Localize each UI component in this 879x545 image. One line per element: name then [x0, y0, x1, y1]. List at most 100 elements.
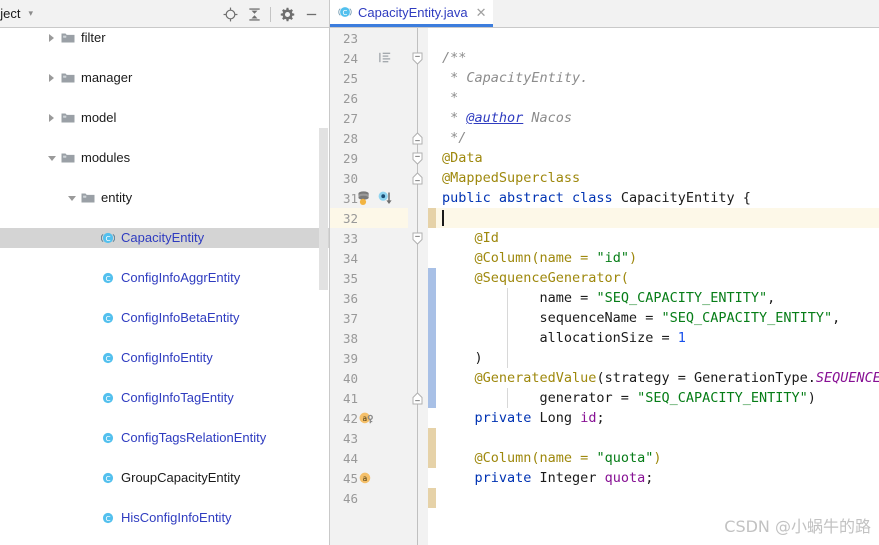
tree-item-hisconfiginfoentity[interactable]: C HisConfigInfoEntity	[0, 508, 329, 528]
tree-item-filter[interactable]: filter	[0, 28, 329, 48]
chevron-right-icon[interactable]	[46, 73, 57, 84]
gutter-line[interactable]: 33	[330, 228, 408, 248]
tree-item-capacityentity[interactable]: C CapacityEntity	[0, 228, 329, 248]
override-method-icon[interactable]	[377, 190, 393, 210]
gutter-line[interactable]: 34	[330, 248, 408, 268]
code-token-plain: ;	[596, 410, 605, 426]
chevron-down-icon[interactable]	[66, 193, 77, 204]
gutter-line[interactable]: 27	[330, 108, 408, 128]
gutter-line[interactable]: 37	[330, 308, 408, 328]
fold-marker-end[interactable]	[411, 128, 424, 148]
gutter-line[interactable]: 25	[330, 68, 408, 88]
locate-icon[interactable]	[218, 2, 242, 26]
code-line[interactable]: sequenceName = "SEQ_CAPACITY_ENTITY",	[436, 308, 879, 328]
gutter-line[interactable]: 39	[330, 348, 408, 368]
fold-marker-expanded[interactable]	[411, 148, 424, 168]
code-line[interactable]: *	[436, 88, 879, 108]
minimize-icon[interactable]	[299, 2, 323, 26]
project-tree[interactable]: filter manager model modules entity C Capacity…	[0, 28, 329, 545]
chevron-right-icon[interactable]	[46, 113, 57, 124]
gutter-line[interactable]: 43	[330, 428, 408, 448]
chevron-right-icon[interactable]	[46, 33, 57, 44]
tree-item-configtagsrelationentity[interactable]: C ConfigTagsRelationEntity	[0, 428, 329, 448]
code-line[interactable]: private Long id;	[436, 408, 879, 428]
chevron-down-icon[interactable]	[46, 153, 57, 164]
tree-item-entity[interactable]: entity	[0, 188, 329, 208]
code-line[interactable]: allocationSize = 1	[436, 328, 879, 348]
gutter-line[interactable]: 35	[330, 268, 408, 288]
gutter-line[interactable]: 36	[330, 288, 408, 308]
gutter-line[interactable]: 40	[330, 368, 408, 388]
fold-marker-expanded[interactable]	[411, 48, 424, 68]
code-line[interactable]: /**	[436, 48, 879, 68]
code-line[interactable]: */	[436, 128, 879, 148]
gutter-line[interactable]: 32	[330, 208, 408, 228]
gutter-line[interactable]: 28	[330, 128, 408, 148]
tree-item-modules[interactable]: modules	[0, 148, 329, 168]
fold-marker-end[interactable]	[411, 388, 424, 408]
code-line[interactable]: )	[436, 348, 879, 368]
code-line[interactable]: * @author Nacos	[436, 108, 879, 128]
tree-item-configinfoaggrentity[interactable]: C ConfigInfoAggrEntity	[0, 268, 329, 288]
tree-item-configinfobetaentity[interactable]: C ConfigInfoBetaEntity	[0, 308, 329, 328]
editor-tab-capacityentity[interactable]: C CapacityEntity.java ✕	[330, 0, 493, 27]
code-line[interactable]: @Id	[436, 228, 879, 248]
code-token-stat: SEQUENCE	[815, 370, 879, 386]
code-line[interactable]: @Data	[436, 148, 879, 168]
chevron-down-icon[interactable]: ▾	[28, 9, 33, 18]
gutter-line[interactable]: 30	[330, 168, 408, 188]
tree-item-model[interactable]: model	[0, 108, 329, 128]
close-icon[interactable]: ✕	[476, 6, 487, 19]
gutter-line[interactable]: 44	[330, 448, 408, 468]
code-line[interactable]: public abstract class CapacityEntity {	[436, 188, 879, 208]
code-line[interactable]: @MappedSuperclass	[436, 168, 879, 188]
code-folding-strip[interactable]	[408, 28, 428, 545]
tree-item-manager[interactable]: manager	[0, 68, 329, 88]
column-key-icon[interactable]: a	[358, 410, 375, 431]
code-token-ann: @MappedSuperclass	[442, 170, 581, 186]
gutter-line[interactable]: 23	[330, 28, 408, 48]
gutter-line[interactable]: 41	[330, 388, 408, 408]
change-marker	[428, 208, 436, 228]
collapse-all-icon[interactable]	[242, 2, 266, 26]
gutter-line[interactable]: 29	[330, 148, 408, 168]
code-line[interactable]: @Column(name = "quota")	[436, 448, 879, 468]
code-line[interactable]: @Column(name = "id")	[436, 248, 879, 268]
gutter-line[interactable]: 24	[330, 48, 408, 68]
code-line[interactable]: private Integer quota;	[436, 468, 879, 488]
reformat-indent-icon[interactable]	[378, 50, 393, 69]
database-table-icon[interactable]	[356, 190, 373, 211]
fold-marker-expanded[interactable]	[411, 228, 424, 248]
tree-item-groupcapacityentity[interactable]: C GroupCapacityEntity	[0, 468, 329, 488]
code-editor[interactable]: 23 24 25 26 27 28 29 30 31 32 33 34 35 36 37 38 39 40 41 42…	[330, 28, 879, 545]
code-line[interactable]	[436, 208, 879, 228]
code-token-plain: )	[442, 350, 483, 366]
tree-item-configinfoentity[interactable]: C ConfigInfoEntity	[0, 348, 329, 368]
column-icon[interactable]: a	[358, 470, 375, 491]
code-line[interactable]: * CapacityEntity.	[436, 68, 879, 88]
line-number: 32	[342, 210, 358, 226]
project-panel-title[interactable]: oject	[0, 6, 20, 21]
code-token-plain: generator =	[442, 390, 638, 406]
editor-gutter[interactable]: 23 24 25 26 27 28 29 30 31 32 33 34 35 36 37 38 39 40 41 42…	[330, 28, 408, 545]
code-token-num: 1	[677, 330, 686, 346]
tree-item-configinfotagentity[interactable]: C ConfigInfoTagEntity	[0, 388, 329, 408]
gutter-line[interactable]: 46	[330, 488, 408, 508]
change-marker	[428, 428, 436, 468]
code-line[interactable]: generator = "SEQ_CAPACITY_ENTITY")	[436, 388, 879, 408]
gutter-line[interactable]: 26	[330, 88, 408, 108]
code-line[interactable]: @GeneratedValue(strategy = GenerationTyp…	[436, 368, 879, 388]
gutter-line[interactable]: 38	[330, 328, 408, 348]
code-line[interactable]	[436, 28, 879, 48]
code-text[interactable]: /** * CapacityEntity. * * @author Nacos …	[436, 28, 879, 545]
code-line[interactable]	[436, 428, 879, 448]
code-line[interactable]: name = "SEQ_CAPACITY_ENTITY",	[436, 288, 879, 308]
fold-marker-end[interactable]	[411, 168, 424, 188]
line-number: 34	[342, 250, 358, 266]
code-token-ann: @Column(name =	[442, 450, 597, 466]
code-line[interactable]: @SequenceGenerator(	[436, 268, 879, 288]
project-tree-scrollbar[interactable]	[319, 128, 328, 290]
gear-icon[interactable]	[275, 2, 299, 26]
line-number: 46	[342, 490, 358, 506]
code-line[interactable]	[436, 488, 879, 508]
